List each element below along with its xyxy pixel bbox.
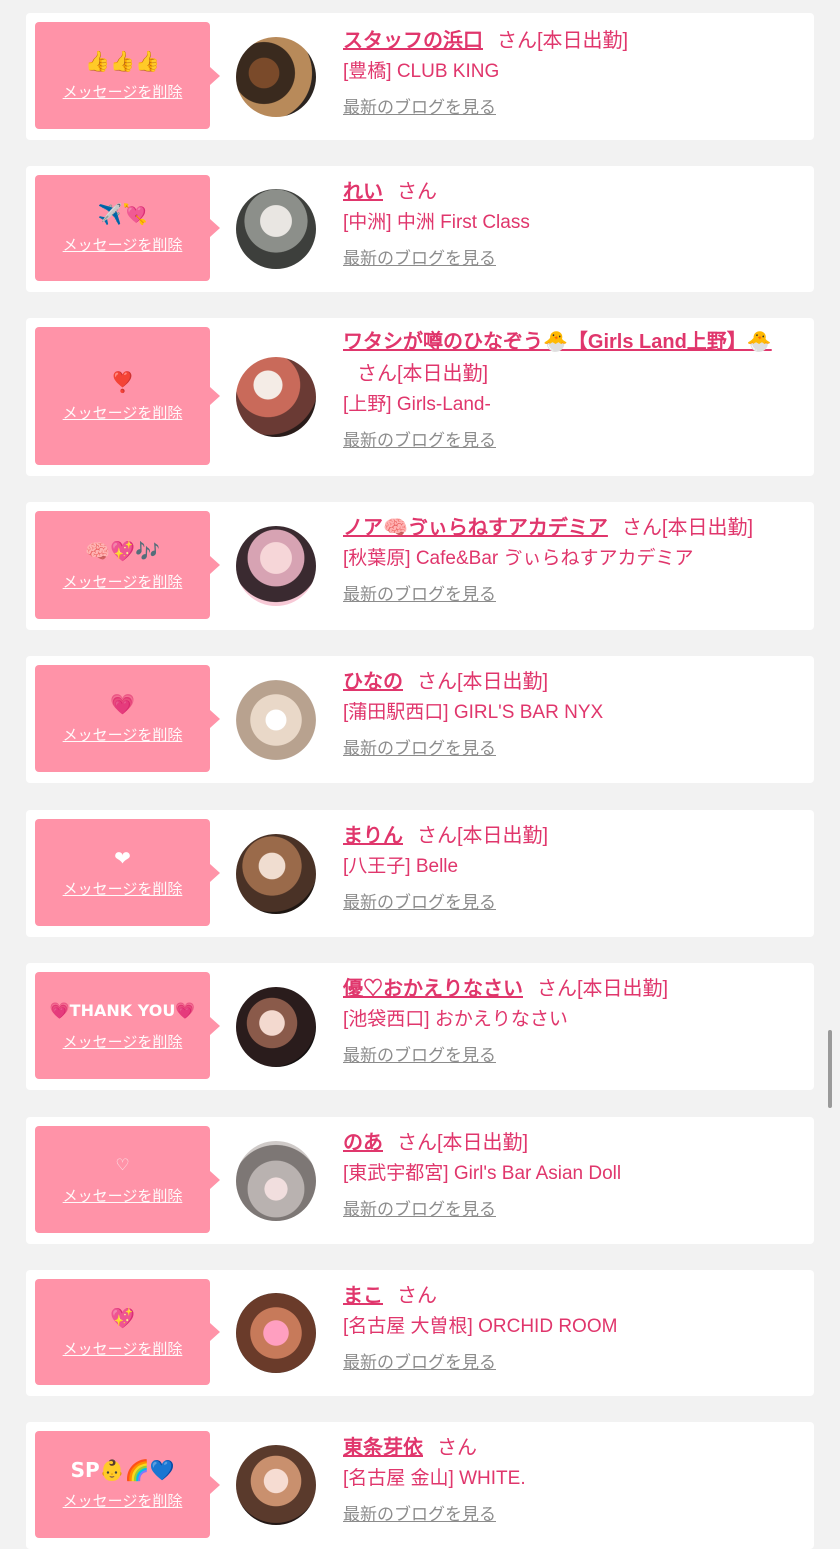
message-bubble: 💗 メッセージを削除 <box>35 665 220 772</box>
latest-blog-link[interactable]: 最新のブログを見る <box>343 1197 496 1223</box>
cast-name-link[interactable]: スタッフの浜口 <box>343 30 483 52</box>
message-text: 🧠💖🎶 <box>85 538 160 563</box>
latest-blog-link[interactable]: 最新のブログを見る <box>343 95 496 121</box>
avatar[interactable] <box>236 680 316 760</box>
latest-blog-link[interactable]: 最新のブログを見る <box>343 246 496 272</box>
cast-name-link[interactable]: まりん <box>343 825 403 847</box>
delete-message-link[interactable]: メッセージを削除 <box>63 571 183 592</box>
cast-name-link[interactable]: ノア🧠ゔぃらねすアカデミア <box>343 517 608 539</box>
cast-name-link[interactable]: のあ <box>343 1132 383 1154</box>
latest-blog-link[interactable]: 最新のブログを見る <box>343 428 496 454</box>
honorific: さん <box>357 363 397 385</box>
avatar[interactable] <box>236 987 316 1067</box>
shop-name: [名古屋 大曽根] ORCHID ROOM <box>343 1316 618 1337</box>
cast-name-link[interactable]: 東条芽依 <box>343 1437 423 1459</box>
delete-message-link[interactable]: メッセージを削除 <box>63 1338 183 1359</box>
honorific: さん <box>497 30 537 52</box>
message-card: ♡ メッセージを削除 のあ さん[本日出勤] [東武宇都宮] Girl's Bar… <box>26 1117 814 1244</box>
message-bubble: 🧠💖🎶 メッセージを削除 <box>35 511 220 619</box>
shop-name: [中洲] 中洲 First Class <box>343 212 530 233</box>
shop-name: [池袋西口] おかえりなさい <box>343 1009 568 1030</box>
cast-name-link[interactable]: ワタシが噂のひなぞう🐣【Girls Land上野】🐣 <box>343 331 772 353</box>
latest-blog-link[interactable]: 最新のブログを見る <box>343 736 496 762</box>
honorific: さん <box>397 1132 437 1154</box>
status-badge: [本日出勤] <box>577 978 669 1000</box>
delete-message-link[interactable]: メッセージを削除 <box>63 1031 183 1052</box>
delete-message-link[interactable]: メッセージを削除 <box>63 402 183 423</box>
shop-name: [八王子] Belle <box>343 856 459 877</box>
delete-message-link[interactable]: メッセージを削除 <box>63 1490 183 1511</box>
shop-name: [上野] Girls-Land- <box>343 394 491 415</box>
message-bubble: ❤ メッセージを削除 <box>35 819 220 926</box>
message-card: SP👶🌈💙 メッセージを削除 東条芽依 さん [名古屋 金山] WHITE. 最新… <box>26 1422 814 1549</box>
delete-message-link[interactable]: メッセージを削除 <box>63 724 183 745</box>
honorific: さん <box>537 978 577 1000</box>
shop-name: [蒲田駅西口] GIRL'S BAR NYX <box>343 702 604 723</box>
avatar[interactable] <box>236 357 316 437</box>
message-card: 💗 メッセージを削除 ひなの さん[本日出勤] [蒲田駅西口] GIRL'S BA… <box>26 656 814 783</box>
status-badge: [本日出勤] <box>457 671 549 693</box>
avatar[interactable] <box>236 834 316 914</box>
delete-message-link[interactable]: メッセージを削除 <box>63 81 183 102</box>
message-card: 🧠💖🎶 メッセージを削除 ノア🧠ゔぃらねすアカデミア さん[本日出勤] [秋葉原]… <box>26 502 814 630</box>
avatar[interactable] <box>236 189 316 269</box>
message-text: ✈️💘 <box>97 201 148 226</box>
latest-blog-link[interactable]: 最新のブログを見る <box>343 582 496 608</box>
shop-name: [秋葉原] Cafe&Bar ゔぃらねすアカデミア <box>343 548 694 569</box>
shop-name: [名古屋 金山] WHITE. <box>343 1468 526 1489</box>
message-card: 👍👍👍 メッセージを削除 スタッフの浜口 さん[本日出勤] [豊橋] CLUB K… <box>26 13 814 140</box>
honorific: さん <box>397 1285 437 1307</box>
delete-message-link[interactable]: メッセージを削除 <box>63 1185 183 1206</box>
honorific: さん <box>397 181 437 203</box>
avatar[interactable] <box>236 1445 316 1525</box>
status-badge: [本日出勤] <box>661 517 754 539</box>
message-text: 💗THANK YOU💗 <box>49 1001 196 1020</box>
message-bubble: ❣️ メッセージを削除 <box>35 327 220 465</box>
message-bubble: 💗THANK YOU💗 メッセージを削除 <box>35 972 220 1079</box>
message-text: 👍👍👍 <box>85 49 160 73</box>
cast-name-link[interactable]: まこ <box>343 1285 383 1307</box>
status-badge: [本日出勤] <box>457 825 549 847</box>
message-text: SP👶🌈💙 <box>70 1458 175 1482</box>
message-text: 💗 <box>110 692 135 716</box>
honorific: さん <box>417 671 457 693</box>
scrollbar[interactable] <box>828 1030 832 1108</box>
shop-name: [豊橋] CLUB KING <box>343 61 500 82</box>
message-card: ✈️💘 メッセージを削除 れい さん [中洲] 中洲 First Class 最新… <box>26 166 814 292</box>
message-card: 💖 メッセージを削除 まこ さん [名古屋 大曽根] ORCHID ROOM 最新… <box>26 1270 814 1396</box>
avatar[interactable] <box>236 1141 316 1221</box>
status-badge: [本日出勤] <box>537 30 629 52</box>
status-badge: [本日出勤] <box>437 1132 529 1154</box>
latest-blog-link[interactable]: 最新のブログを見る <box>343 1350 496 1376</box>
cast-name-link[interactable]: ひなの <box>343 671 403 693</box>
message-text: ❣️ <box>110 369 135 394</box>
latest-blog-link[interactable]: 最新のブログを見る <box>343 1502 496 1528</box>
honorific: さん <box>417 825 457 847</box>
cast-name-link[interactable]: れい <box>343 181 383 203</box>
message-bubble: ✈️💘 メッセージを削除 <box>35 175 220 281</box>
latest-blog-link[interactable]: 最新のブログを見る <box>343 890 496 916</box>
cast-name-link[interactable]: 優♡おかえりなさい <box>343 978 523 1000</box>
status-badge: [本日出勤] <box>397 363 489 385</box>
message-bubble: 💖 メッセージを削除 <box>35 1279 220 1385</box>
message-bubble: SP👶🌈💙 メッセージを削除 <box>35 1431 220 1538</box>
message-bubble: 👍👍👍 メッセージを削除 <box>35 22 220 129</box>
delete-message-link[interactable]: メッセージを削除 <box>63 878 183 899</box>
honorific: さん <box>621 517 662 539</box>
honorific: さん <box>437 1437 477 1459</box>
message-text: ♡ <box>115 1155 130 1174</box>
avatar[interactable] <box>236 1293 316 1373</box>
message-text: ❤ <box>114 846 131 870</box>
latest-blog-link[interactable]: 最新のブログを見る <box>343 1043 496 1069</box>
delete-message-link[interactable]: メッセージを削除 <box>63 234 183 255</box>
message-card: ❣️ メッセージを削除 ワタシが噂のひなぞう🐣【Girls Land上野】🐣 さん… <box>26 318 814 476</box>
message-bubble: ♡ メッセージを削除 <box>35 1126 220 1233</box>
shop-name: [東武宇都宮] Girl's Bar Asian Doll <box>343 1163 622 1184</box>
message-card: 💗THANK YOU💗 メッセージを削除 優♡おかえりなさい さん[本日出勤] [… <box>26 963 814 1090</box>
avatar[interactable] <box>236 526 316 606</box>
message-text: 💖 <box>110 1305 135 1330</box>
avatar[interactable] <box>236 37 316 117</box>
message-card: ❤ メッセージを削除 まりん さん[本日出勤] [八王子] Belle 最新のブロ… <box>26 810 814 937</box>
